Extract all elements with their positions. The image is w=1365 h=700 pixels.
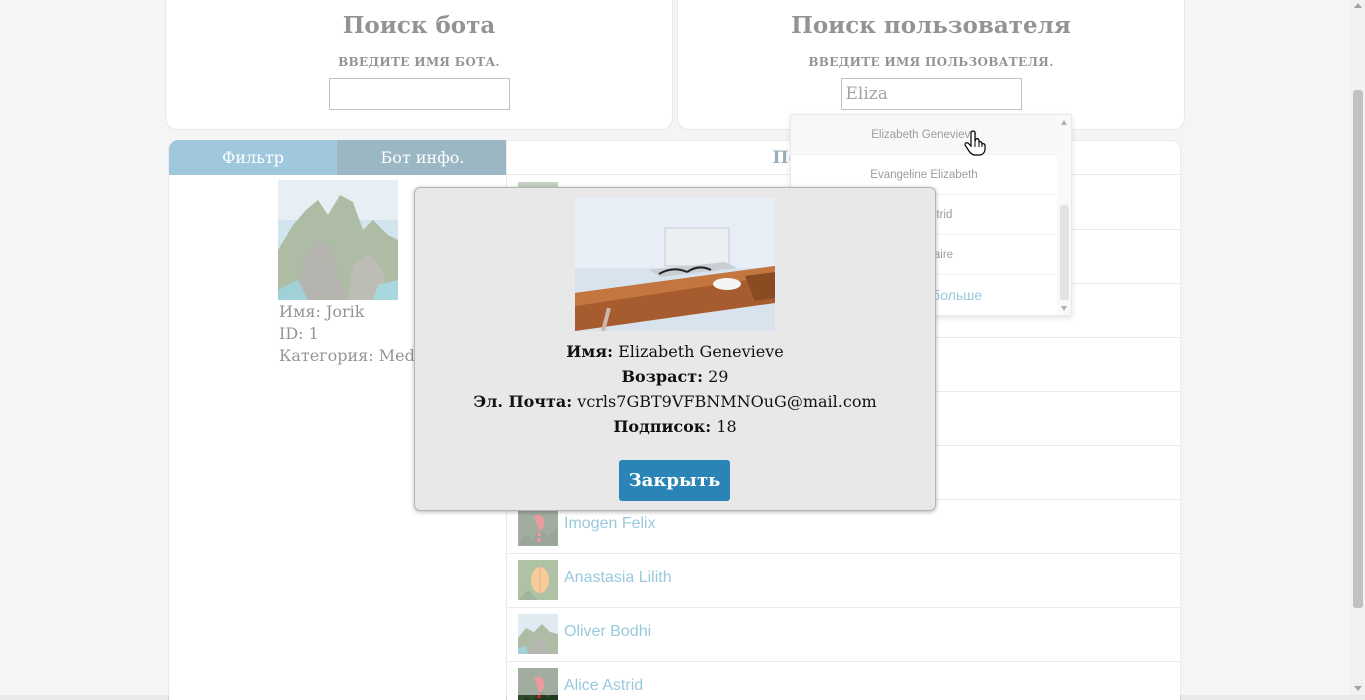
user-name-link[interactable]: Alice Astrid — [564, 662, 643, 700]
modal-name-value: Elizabeth Genevieve — [618, 342, 784, 361]
suggestions-scrollbar[interactable] — [1057, 115, 1071, 315]
scroll-up-arrow-icon[interactable] — [1061, 120, 1067, 125]
user-search-hint: ВВЕДИТЕ ИМЯ ПОЛЬЗОВАТЕЛЯ. — [808, 55, 1054, 69]
tab-bot-info[interactable]: Бот инфо. — [337, 140, 507, 175]
close-button[interactable]: Закрыть — [619, 460, 730, 501]
page-scrollbar[interactable] — [1350, 0, 1365, 695]
bot-search-hint: ВВЕДИТЕ ИМЯ БОТА. — [338, 55, 500, 69]
user-name-link[interactable]: Oliver Bodhi — [564, 608, 651, 656]
modal-age-label: Возраст: — [621, 367, 704, 386]
user-photo — [575, 198, 775, 331]
modal-subscriptions-value: 18 — [716, 417, 737, 436]
suggestion-item[interactable]: Elizabeth Genevieve — [791, 115, 1057, 155]
bot-name: Имя: Jorik — [279, 302, 365, 321]
suggestions-scroll-thumb[interactable] — [1060, 205, 1069, 300]
list-item[interactable]: Alice Astrid — [507, 662, 1180, 700]
bot-search-title: Поиск бота — [342, 12, 496, 39]
list-item[interactable]: Oliver Bodhi — [507, 608, 1180, 662]
user-search-input[interactable] — [840, 78, 1022, 110]
user-avatar — [518, 506, 558, 546]
modal-age-line: Возраст: 29 — [415, 367, 935, 386]
bot-id: ID: 1 — [279, 324, 319, 343]
modal-subscriptions-line: Подписок: 18 — [415, 417, 935, 436]
tab-filter[interactable]: Фильтр — [169, 140, 337, 175]
modal-email-value: vcrls7GBT9VFBNMNOuG@mail.com — [577, 392, 877, 411]
bot-search-card: Поиск бота ВВЕДИТЕ ИМЯ БОТА. — [165, 0, 673, 130]
hand-cursor-icon — [964, 130, 986, 156]
bot-category: Категория: Media — [279, 346, 430, 365]
modal-name-line: Имя: Elizabeth Genevieve — [415, 342, 935, 361]
modal-age-value: 29 — [708, 367, 729, 386]
scroll-down-arrow-icon[interactable] — [1354, 686, 1362, 691]
user-details-modal: Имя: Elizabeth Genevieve Возраст: 29 Эл.… — [414, 187, 936, 511]
bot-avatar-image — [278, 180, 398, 300]
scroll-up-arrow-icon[interactable] — [1354, 3, 1362, 8]
user-avatar — [518, 614, 558, 654]
user-avatar — [518, 668, 558, 700]
scroll-down-arrow-icon[interactable] — [1061, 306, 1067, 311]
user-avatar — [518, 560, 558, 600]
modal-name-label: Имя: — [566, 342, 614, 361]
scrollbar-thumb[interactable] — [1353, 90, 1363, 608]
user-search-card: Поиск пользователя ВВЕДИТЕ ИМЯ ПОЛЬЗОВАТ… — [677, 0, 1185, 130]
modal-email-line: Эл. Почта: vcrls7GBT9VFBNMNOuG@mail.com — [415, 392, 935, 411]
modal-subscriptions-label: Подписок: — [613, 417, 712, 436]
user-name-link[interactable]: Anastasia Lilith — [564, 554, 672, 602]
bot-search-input[interactable] — [328, 78, 510, 110]
user-search-title: Поиск пользователя — [791, 12, 1071, 39]
list-item[interactable]: Anastasia Lilith — [507, 554, 1180, 608]
modal-email-label: Эл. Почта: — [473, 392, 573, 411]
